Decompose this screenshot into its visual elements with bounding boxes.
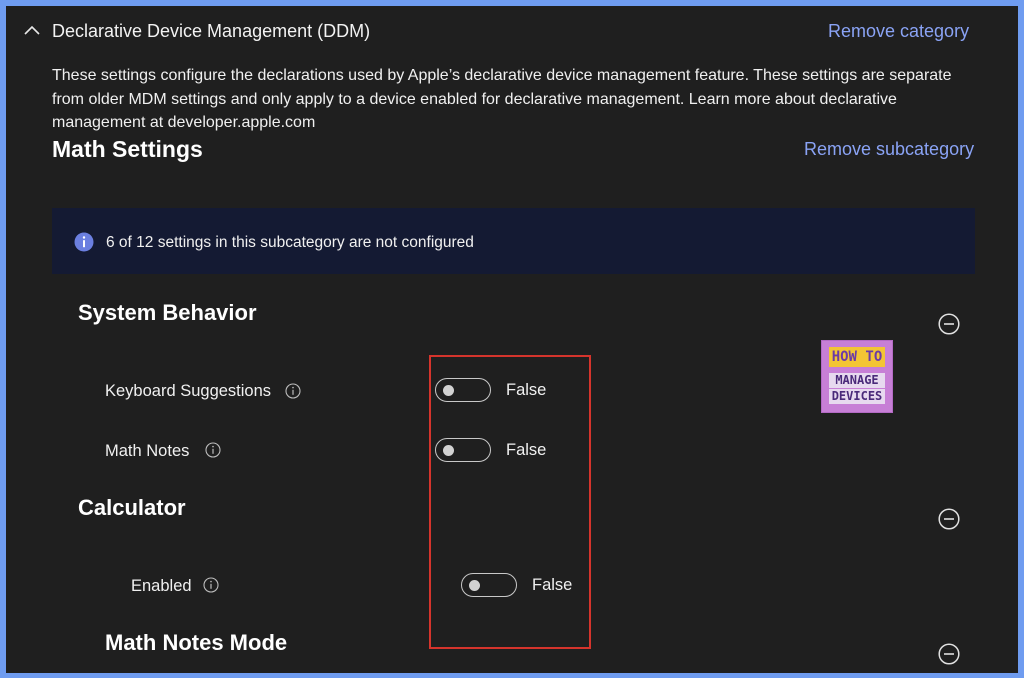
group-title-system-behavior: System Behavior [78,300,257,325]
setting-label-keyboard-suggestions: Keyboard Suggestions [105,382,272,400]
minus-circle-icon[interactable] [938,313,960,335]
setting-label-enabled: Enabled [131,577,192,595]
logo-text-bottom: MANAGE DEVICES [827,372,887,406]
logo-text-manage: MANAGE [829,373,885,388]
ddm-panel: Declarative Device Management (DDM) Remo… [6,6,1018,673]
logo-text-top: HOW TO [829,347,885,367]
group-title-calculator: Calculator [78,495,186,520]
category-title: Declarative Device Management (DDM) [52,21,371,41]
info-circle-icon[interactable] [203,577,219,593]
remove-subcategory-link[interactable]: Remove subcategory [804,139,974,160]
minus-circle-icon[interactable] [938,643,960,665]
info-circle-icon[interactable] [205,442,221,458]
how-to-manage-devices-logo: HOW TO MANAGE DEVICES [821,340,893,413]
setting-label-math-notes: Math Notes [105,442,190,460]
info-circle-icon[interactable] [285,383,301,399]
category-description: These settings configure the declaration… [52,67,952,131]
info-banner-text: 6 of 12 settings in this subcategory are… [106,234,474,251]
info-banner: 6 of 12 settings in this subcategory are… [52,208,975,274]
chevron-up-icon[interactable] [22,22,42,38]
minus-circle-icon[interactable] [938,508,960,530]
group-title-math-notes-mode: Math Notes Mode [105,630,288,655]
logo-text-devices: DEVICES [829,389,885,404]
highlight-box [429,355,591,649]
info-icon [74,232,94,252]
remove-category-link[interactable]: Remove category [828,21,969,42]
subcategory-title: Math Settings [52,136,203,162]
